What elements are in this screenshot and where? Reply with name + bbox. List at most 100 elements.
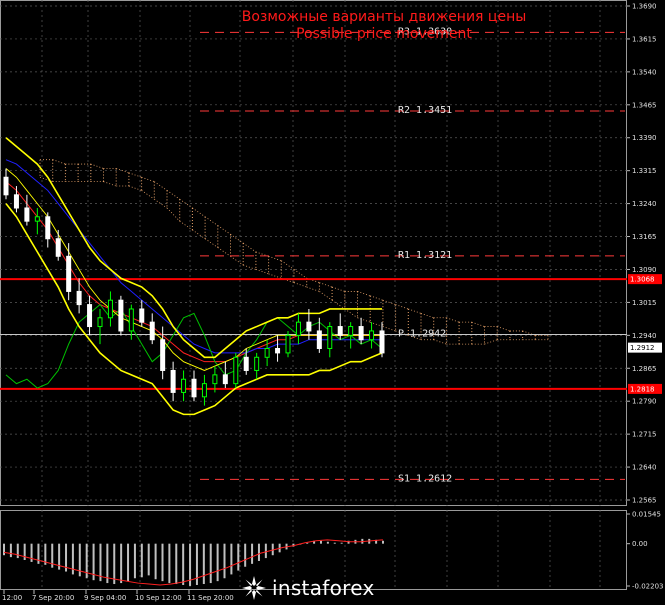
candle-body (191, 378, 197, 398)
cloud-edge-top (319, 282, 333, 288)
cloud-edge-bottom (382, 326, 396, 332)
cloud-edge-bottom (293, 282, 307, 288)
chart-svg: 1.30681.28181.2912 R3 1.3630R2 1.3451R1 … (0, 0, 663, 602)
candle-body (13, 194, 19, 209)
candle-body (55, 238, 61, 257)
price-tick-label: 1.2940 (632, 332, 657, 340)
pivot-label: R2 1.3451 (398, 105, 452, 116)
cloud-edge-bottom (141, 190, 155, 200)
candle-body (66, 255, 72, 292)
candle-body (358, 326, 364, 341)
cloud-edge-top (52, 159, 66, 165)
cloud-edge-top (281, 260, 295, 270)
cloud-edge-top (268, 255, 282, 262)
cloud-edge-top (370, 295, 384, 301)
candle-body (34, 216, 40, 222)
cloud-edge-top (331, 286, 345, 292)
price-tick-label: 1.2640 (632, 464, 657, 472)
price-label: 1.2818 (630, 385, 655, 393)
candle-body (97, 317, 103, 328)
osc-tick-label: 0.01545 (632, 511, 661, 519)
time-tick-label: 9 Sep 04:00 (84, 594, 126, 602)
cloud-edge-top (192, 207, 206, 218)
candle-body (306, 321, 312, 332)
cloud-edge-bottom (344, 308, 358, 319)
cloud-edge-top (446, 317, 460, 323)
candle-body (170, 369, 176, 393)
candle-body (139, 308, 145, 323)
candle-body (24, 207, 30, 222)
cloud-edge-top (242, 242, 257, 253)
price-label: 1.3068 (630, 276, 655, 284)
cloud-edge-top (293, 269, 307, 279)
cloud-edge-bottom (230, 255, 244, 266)
candle-body (285, 334, 291, 354)
time-tick-label: 11 Sep 20:00 (187, 594, 234, 602)
cloud-edge-bottom (370, 321, 384, 327)
cloud-edge-bottom (433, 339, 447, 345)
cloud-edge-top (217, 225, 231, 235)
price-tick-label: 1.3690 (632, 3, 657, 11)
candle-body (327, 326, 333, 350)
candle-body (222, 374, 228, 385)
candle-body (233, 356, 239, 385)
osc-tick-label: 0.00 (632, 540, 648, 548)
time-tick-label: 10 Sep 12:00 (135, 594, 182, 602)
candle-body (76, 290, 82, 306)
price-tick-label: 1.3015 (632, 299, 657, 307)
cloud-edge-top (154, 181, 168, 191)
candle-body (128, 308, 134, 332)
candle-body (369, 330, 375, 341)
price-tick-label: 1.3465 (632, 101, 657, 109)
cloud-edge-bottom (319, 291, 333, 301)
candle-body (181, 378, 187, 393)
candle-body (87, 304, 93, 328)
current-price-label: 1.2912 (630, 344, 655, 352)
candle-body (337, 326, 343, 336)
cloud-edge-top (357, 291, 371, 297)
candle-body (243, 356, 249, 371)
candle-body (264, 348, 270, 358)
cloud-edge-bottom (179, 220, 193, 231)
cloud-edge-bottom (103, 181, 117, 187)
candle-body (254, 356, 260, 371)
price-tick-label: 1.3540 (632, 68, 657, 76)
cloud-edge-bottom (166, 207, 180, 222)
cloud-edge-top (497, 326, 511, 332)
cloud-edge-bottom (331, 299, 346, 310)
cloud-edge-top (471, 321, 485, 327)
instaforex-star-icon (242, 576, 266, 600)
cloud-edge-top (230, 234, 244, 244)
candle-body (316, 330, 322, 350)
candle-body (212, 374, 218, 385)
candle-body (379, 330, 385, 354)
osc-tick-label: -0.02203 (632, 583, 663, 591)
price-tick-label: 1.3615 (632, 35, 657, 43)
price-tick-label: 1.3240 (632, 200, 657, 208)
price-tick-label: 1.2565 (632, 497, 657, 505)
candle-body (118, 299, 124, 332)
cloud-edge-bottom (484, 339, 498, 345)
cloud-edge-top (420, 312, 434, 319)
time-tick-label: 7 Sep 20:00 (32, 594, 74, 602)
instaforex-logo: instaforex (242, 571, 420, 605)
price-axis: 1.3690 1.3615 1.3540 1.3465 1.3390 1.3315 1.32… (627, 3, 663, 591)
candle-body (160, 339, 166, 371)
chart-title: Возможные варианты движения цены (242, 9, 527, 25)
price-tick-label: 1.2865 (632, 365, 657, 373)
cloud-edge-top (382, 299, 396, 305)
cloud-edge-bottom (255, 269, 269, 275)
pivot-label: S1 1.2612 (398, 473, 452, 484)
cloud-edge-bottom (204, 238, 219, 248)
candle-body (295, 321, 301, 336)
pivot-label: P 1.2942 (398, 328, 446, 339)
chart-subtitle: Possible price movement (296, 26, 472, 42)
logo-text: instaforex (272, 576, 375, 600)
candle-body (45, 216, 51, 240)
cloud-edge-top (408, 308, 422, 314)
price-tick-label: 1.3090 (632, 266, 657, 274)
time-tick-label: 12:00 (2, 594, 22, 602)
cloud-edge-bottom (217, 247, 231, 257)
cloud-edge-top (395, 304, 409, 310)
price-tick-label: 1.3390 (632, 134, 657, 142)
